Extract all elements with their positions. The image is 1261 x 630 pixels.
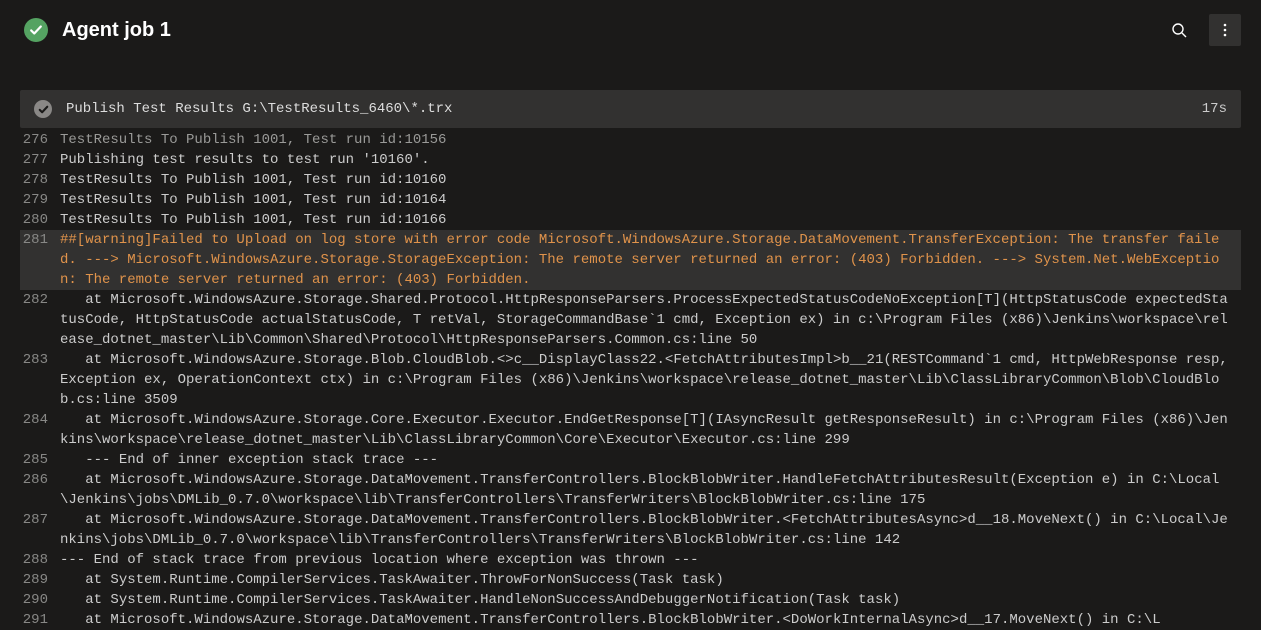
line-number: 283: [20, 350, 60, 410]
line-text: at Microsoft.WindowsAzure.Storage.DataMo…: [60, 470, 1241, 510]
line-number: 277: [20, 150, 60, 170]
log-line: 281##[warning]Failed to Upload on log st…: [20, 230, 1241, 290]
line-number: 279: [20, 190, 60, 210]
task-row[interactable]: Publish Test Results G:\TestResults_6460…: [20, 90, 1241, 128]
log-line: 291 at Microsoft.WindowsAzure.Storage.Da…: [20, 610, 1241, 630]
line-number: 276: [20, 130, 60, 150]
log-line: 276TestResults To Publish 1001, Test run…: [20, 130, 1241, 150]
log-line: 279TestResults To Publish 1001, Test run…: [20, 190, 1241, 210]
line-number: 284: [20, 410, 60, 450]
line-text: TestResults To Publish 1001, Test run id…: [60, 170, 1241, 190]
log-line: 280TestResults To Publish 1001, Test run…: [20, 210, 1241, 230]
log-line: 278TestResults To Publish 1001, Test run…: [20, 170, 1241, 190]
line-text: at System.Runtime.CompilerServices.TaskA…: [60, 590, 1241, 610]
log-line: 285 --- End of inner exception stack tra…: [20, 450, 1241, 470]
line-number: 278: [20, 170, 60, 190]
line-number: 290: [20, 590, 60, 610]
success-icon: [24, 18, 48, 42]
line-text: at Microsoft.WindowsAzure.Storage.Blob.C…: [60, 350, 1241, 410]
task-duration: 17s: [1202, 101, 1227, 117]
line-number: 281: [20, 230, 60, 290]
task-title: Publish Test Results G:\TestResults_6460…: [66, 101, 1188, 117]
line-number: 289: [20, 570, 60, 590]
line-number: 291: [20, 610, 60, 630]
log-line: 283 at Microsoft.WindowsAzure.Storage.Bl…: [20, 350, 1241, 410]
job-header: Agent job 1: [0, 0, 1261, 60]
line-text: at Microsoft.WindowsAzure.Storage.DataMo…: [60, 510, 1241, 550]
search-button[interactable]: [1163, 14, 1195, 46]
line-text: at System.Runtime.CompilerServices.TaskA…: [60, 570, 1241, 590]
log-output[interactable]: 276TestResults To Publish 1001, Test run…: [0, 128, 1261, 630]
log-line: 286 at Microsoft.WindowsAzure.Storage.Da…: [20, 470, 1241, 510]
line-text: ##[warning]Failed to Upload on log store…: [60, 230, 1241, 290]
line-number: 285: [20, 450, 60, 470]
job-title: Agent job 1: [62, 19, 1149, 42]
more-menu-button[interactable]: [1209, 14, 1241, 46]
line-text: at Microsoft.WindowsAzure.Storage.DataMo…: [60, 610, 1241, 630]
log-line: 287 at Microsoft.WindowsAzure.Storage.Da…: [20, 510, 1241, 550]
line-number: 288: [20, 550, 60, 570]
line-text: TestResults To Publish 1001, Test run id…: [60, 190, 1241, 210]
line-text: at Microsoft.WindowsAzure.Storage.Core.E…: [60, 410, 1241, 450]
line-number: 282: [20, 290, 60, 350]
line-text: Publishing test results to test run '101…: [60, 150, 1241, 170]
log-line: 282 at Microsoft.WindowsAzure.Storage.Sh…: [20, 290, 1241, 350]
task-success-icon: [34, 100, 52, 118]
line-number: 280: [20, 210, 60, 230]
line-text: --- End of stack trace from previous loc…: [60, 550, 1241, 570]
line-text: at Microsoft.WindowsAzure.Storage.Shared…: [60, 290, 1241, 350]
log-line: 288--- End of stack trace from previous …: [20, 550, 1241, 570]
line-text: TestResults To Publish 1001, Test run id…: [60, 210, 1241, 230]
log-line: 290 at System.Runtime.CompilerServices.T…: [20, 590, 1241, 610]
log-line: 289 at System.Runtime.CompilerServices.T…: [20, 570, 1241, 590]
line-number: 286: [20, 470, 60, 510]
line-number: 287: [20, 510, 60, 550]
log-line: 277Publishing test results to test run '…: [20, 150, 1241, 170]
line-text: --- End of inner exception stack trace -…: [60, 450, 1241, 470]
line-text: TestResults To Publish 1001, Test run id…: [60, 130, 1241, 150]
log-line: 284 at Microsoft.WindowsAzure.Storage.Co…: [20, 410, 1241, 450]
